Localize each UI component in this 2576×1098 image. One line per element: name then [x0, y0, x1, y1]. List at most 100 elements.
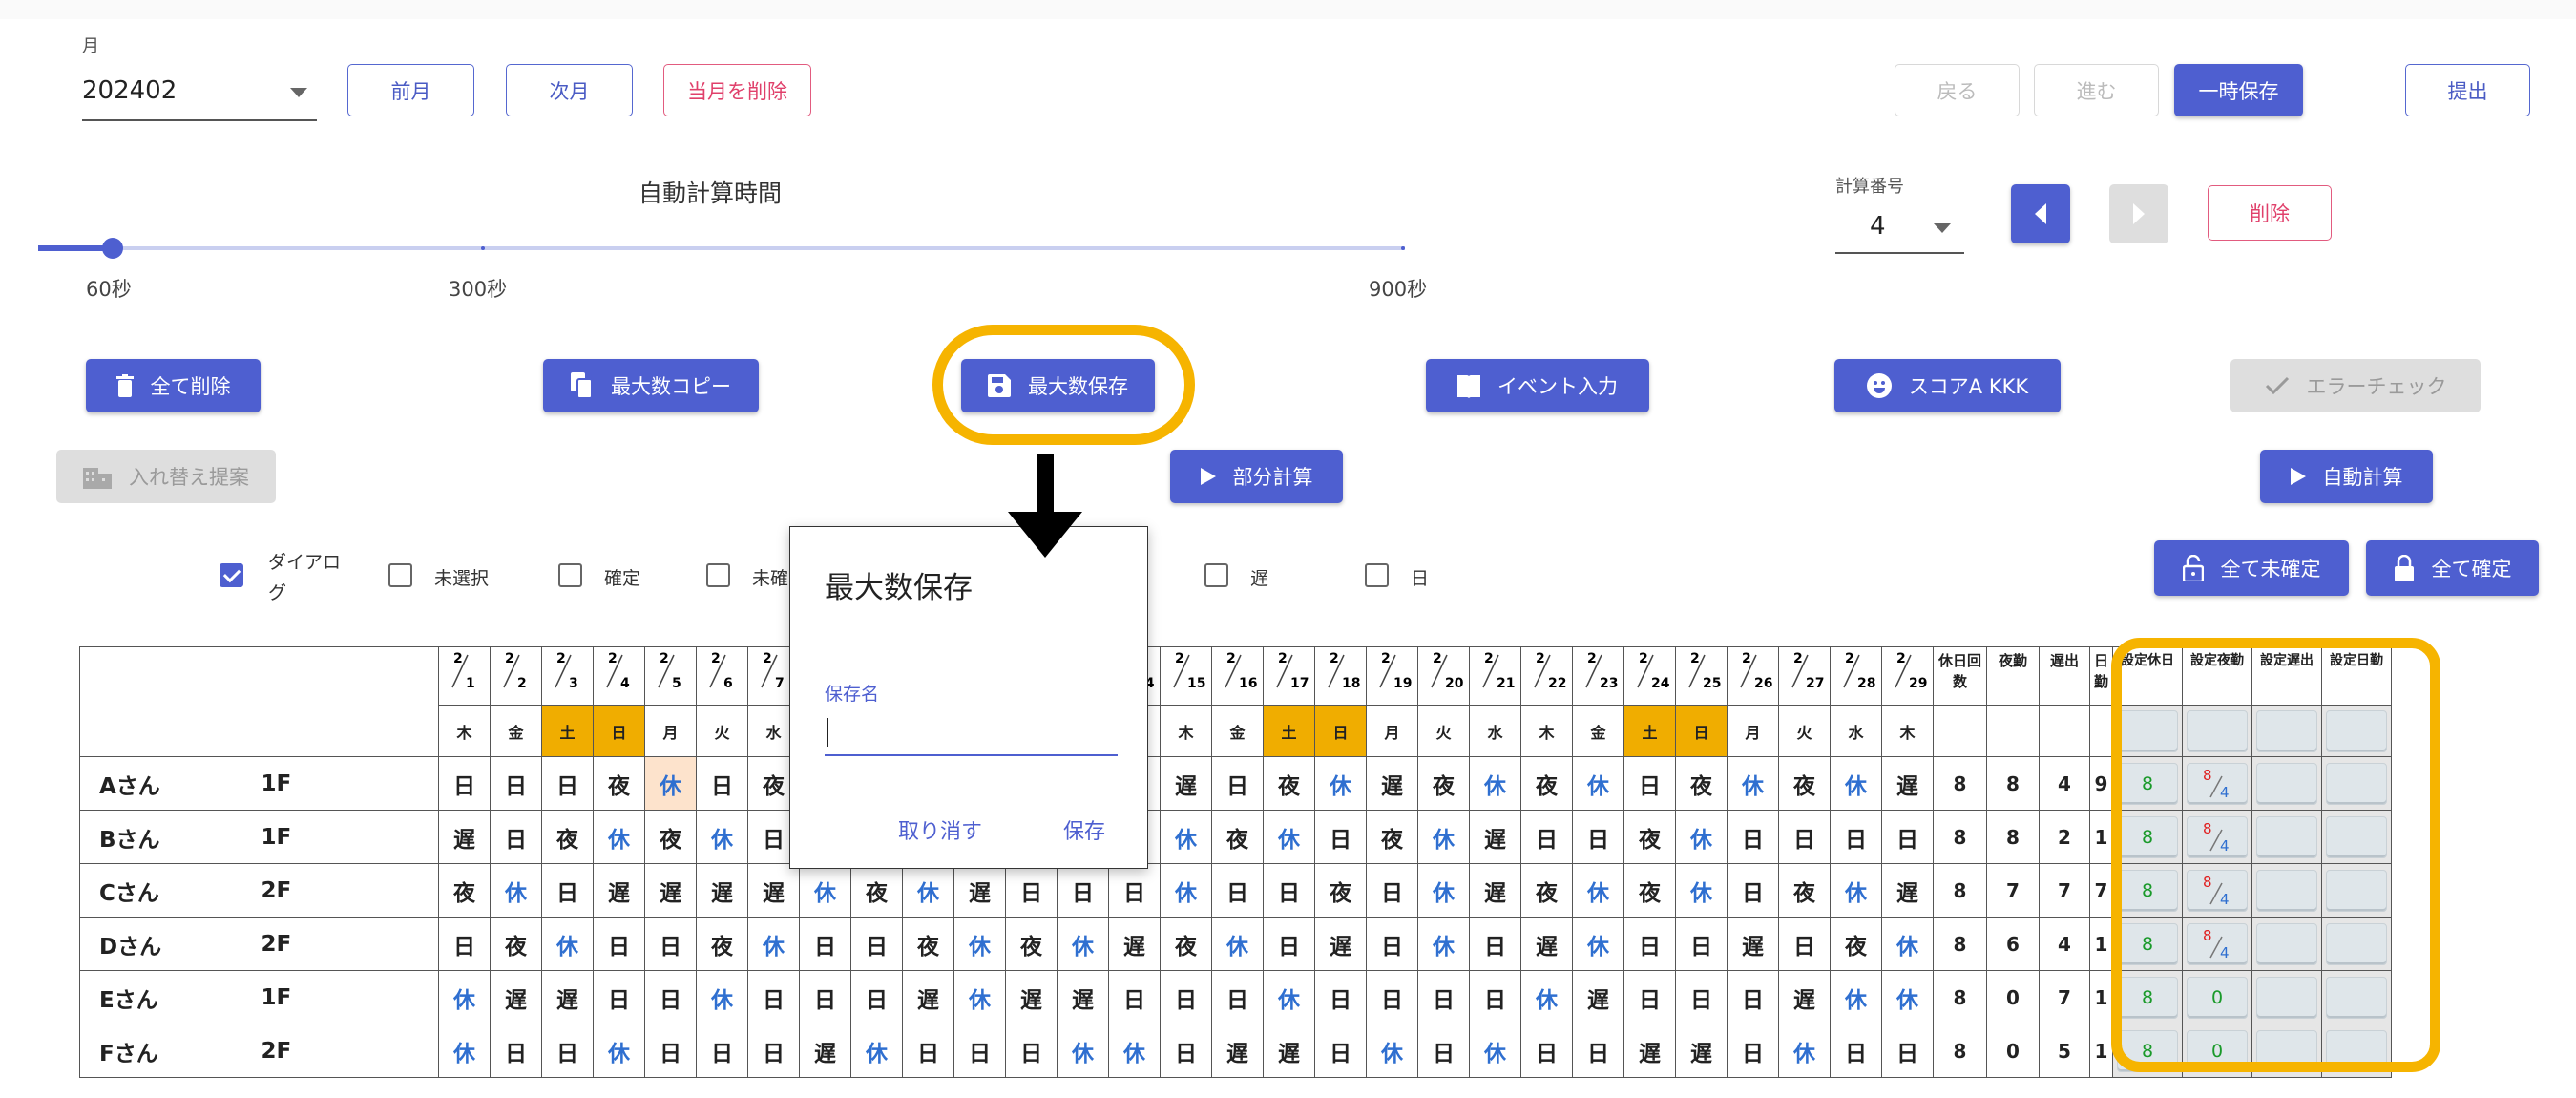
filter-unconfirmed-checkbox[interactable]	[706, 563, 730, 587]
shift-cell[interactable]: 夜	[696, 917, 748, 971]
shift-cell[interactable]: 休	[1211, 917, 1264, 971]
shift-cell[interactable]: 遅	[1211, 1024, 1264, 1078]
shift-cell[interactable]: 日	[1211, 756, 1264, 811]
shift-cell[interactable]: 遅	[1057, 970, 1109, 1024]
shift-cell[interactable]: 日	[1005, 1024, 1058, 1078]
shift-cell[interactable]: 休	[541, 917, 594, 971]
shift-cell[interactable]: 夜	[1211, 810, 1264, 864]
shift-cell[interactable]: 日	[1675, 970, 1728, 1024]
shift-cell[interactable]: 休	[1417, 810, 1470, 864]
partial-calc-button[interactable]: 部分計算	[1170, 450, 1343, 503]
shift-cell[interactable]: 日	[541, 1024, 594, 1078]
shift-cell[interactable]: 休	[1108, 1024, 1161, 1078]
shift-cell[interactable]: 夜	[1263, 756, 1315, 811]
shift-cell[interactable]: 日	[644, 917, 697, 971]
shift-cell[interactable]: 夜	[1520, 863, 1573, 918]
shift-cell[interactable]: 日	[1417, 970, 1470, 1024]
shift-cell[interactable]: 日	[1572, 1024, 1624, 1078]
swap-suggest-button[interactable]: 入れ替え提案	[56, 450, 276, 503]
score-button[interactable]: スコアA KKK	[1834, 359, 2061, 412]
shift-cell[interactable]: 夜	[1160, 917, 1212, 971]
shift-cell[interactable]: 休	[490, 863, 542, 918]
shift-cell[interactable]: 休	[1366, 1024, 1418, 1078]
shift-cell[interactable]: 日	[438, 917, 491, 971]
shift-cell[interactable]: 日	[902, 1024, 954, 1078]
shift-cell[interactable]: 休	[644, 756, 697, 811]
shift-cell[interactable]: 休	[1572, 917, 1624, 971]
shift-cell[interactable]: 休	[1881, 970, 1934, 1024]
shift-cell[interactable]: 休	[593, 1024, 645, 1078]
shift-cell[interactable]: 日	[1830, 1024, 1882, 1078]
shift-cell[interactable]: 遅	[1263, 1024, 1315, 1078]
shift-cell[interactable]: 遅	[1572, 970, 1624, 1024]
shift-cell[interactable]: 遅	[1727, 917, 1779, 971]
shift-cell[interactable]: 日	[1830, 810, 1882, 864]
error-check-button[interactable]: エラーチェック	[2230, 359, 2481, 412]
shift-cell[interactable]: 日	[1005, 863, 1058, 918]
shift-cell[interactable]: 日	[644, 1024, 697, 1078]
shift-cell[interactable]: 夜	[438, 863, 491, 918]
shift-cell[interactable]: 夜	[1778, 863, 1831, 918]
shift-cell[interactable]: 休	[1830, 970, 1882, 1024]
shift-cell[interactable]: 日	[1675, 917, 1728, 971]
shift-cell[interactable]: 日	[541, 863, 594, 918]
dialog-cancel-button[interactable]: 取り消す	[898, 814, 982, 845]
shift-cell[interactable]: 日	[1881, 1024, 1934, 1078]
shift-cell[interactable]: 休	[1778, 1024, 1831, 1078]
shift-cell[interactable]: 日	[1314, 810, 1367, 864]
filter-day-checkbox[interactable]	[1365, 563, 1389, 587]
shift-cell[interactable]: 日	[1727, 1024, 1779, 1078]
shift-cell[interactable]: 日	[593, 970, 645, 1024]
shift-cell[interactable]: 夜	[541, 810, 594, 864]
shift-cell[interactable]: 日	[644, 970, 697, 1024]
shift-cell[interactable]: 遅	[1675, 1024, 1728, 1078]
time-slider[interactable]	[38, 235, 1405, 262]
shift-cell[interactable]: 日	[1520, 1024, 1573, 1078]
shift-cell[interactable]: 日	[1572, 810, 1624, 864]
shift-cell[interactable]: 日	[1623, 917, 1676, 971]
shift-cell[interactable]: 休	[1469, 756, 1521, 811]
shift-cell[interactable]: 遅	[1005, 970, 1058, 1024]
month-select[interactable]: 202402	[82, 69, 317, 121]
shift-cell[interactable]: 休	[953, 917, 1006, 971]
shift-cell[interactable]: 休	[438, 970, 491, 1024]
shift-cell[interactable]: 休	[799, 863, 851, 918]
shift-cell[interactable]: 日	[1520, 810, 1573, 864]
shift-cell[interactable]: 遅	[1881, 756, 1934, 811]
shift-cell[interactable]: 休	[1057, 1024, 1109, 1078]
shift-cell[interactable]: 休	[1830, 756, 1882, 811]
dialog-save-button[interactable]: 保存	[1063, 814, 1105, 845]
shift-cell[interactable]: 遅	[1623, 1024, 1676, 1078]
shift-cell[interactable]: 遅	[1469, 863, 1521, 918]
event-input-button[interactable]: イベント入力	[1426, 359, 1649, 412]
next-calc-button[interactable]	[2109, 184, 2168, 243]
shift-cell[interactable]: 日	[1469, 917, 1521, 971]
submit-button[interactable]: 提出	[2405, 64, 2530, 116]
shift-cell[interactable]: 休	[1160, 810, 1212, 864]
shift-cell[interactable]: 遅	[747, 863, 800, 918]
next-month-button[interactable]: 次月	[506, 64, 633, 116]
shift-cell[interactable]: 夜	[1830, 917, 1882, 971]
shift-cell[interactable]: 休	[1572, 756, 1624, 811]
shift-cell[interactable]: 夜	[1314, 863, 1367, 918]
shift-cell[interactable]: 夜	[1417, 756, 1470, 811]
shift-cell[interactable]: 夜	[1005, 917, 1058, 971]
shift-cell[interactable]: 遅	[1314, 917, 1367, 971]
shift-cell[interactable]: 日	[850, 917, 903, 971]
shift-cell[interactable]: 日	[799, 970, 851, 1024]
unconfirm-all-button[interactable]: 全て未確定	[2154, 540, 2349, 596]
confirm-all-button[interactable]: 全て確定	[2366, 540, 2539, 596]
shift-cell[interactable]: 日	[438, 756, 491, 811]
shift-cell[interactable]: 休	[1520, 970, 1573, 1024]
shift-cell[interactable]: 休	[850, 1024, 903, 1078]
shift-cell[interactable]: 日	[747, 970, 800, 1024]
shift-cell[interactable]: 日	[1417, 1024, 1470, 1078]
shift-cell[interactable]: 休	[902, 863, 954, 918]
shift-cell[interactable]: 休	[1469, 1024, 1521, 1078]
shift-cell[interactable]: 夜	[490, 917, 542, 971]
shift-cell[interactable]: 夜	[1520, 756, 1573, 811]
shift-cell[interactable]: 休	[1314, 756, 1367, 811]
shift-cell[interactable]: 遅	[696, 863, 748, 918]
shift-cell[interactable]: 休	[1881, 917, 1934, 971]
shift-cell[interactable]: 日	[1160, 1024, 1212, 1078]
